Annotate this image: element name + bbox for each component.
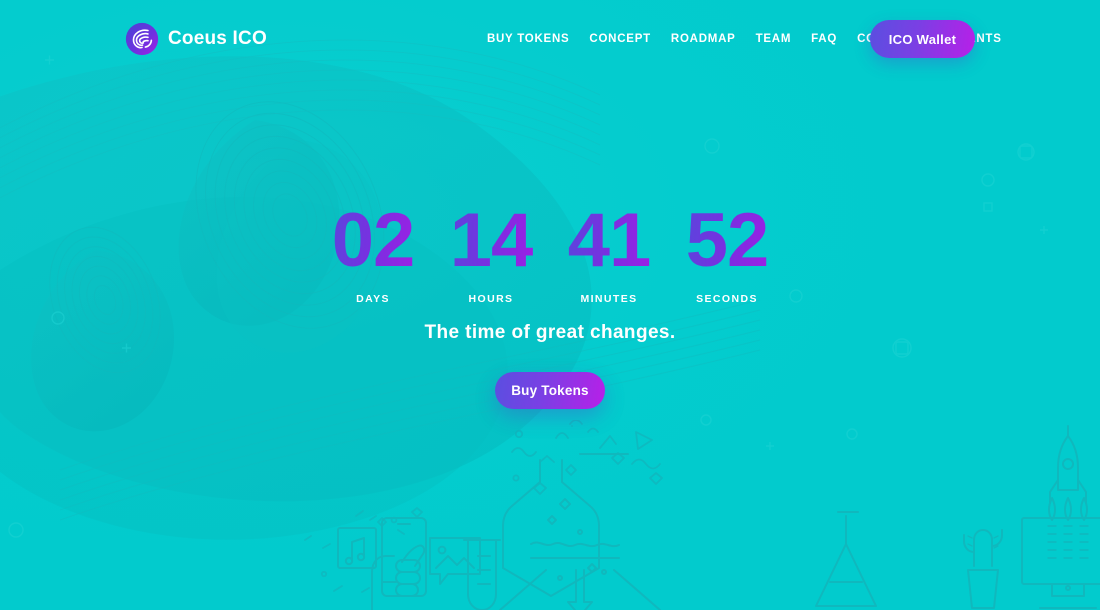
countdown-unit-seconds: 52 SECONDS (668, 202, 786, 306)
hero-illustration (304, 420, 1100, 610)
image-frame-icon (429, 537, 481, 585)
countdown-seconds-value: 52 (668, 202, 786, 278)
countdown-unit-days: 02 DAYS (314, 202, 432, 306)
brand-logo-link[interactable]: Coeus ICO (125, 22, 267, 56)
nav-item-concept[interactable]: CONCEPT (579, 33, 660, 45)
brand-name: Coeus ICO (168, 28, 267, 49)
ico-wallet-button[interactable]: ICO Wallet (870, 20, 975, 58)
buy-tokens-button[interactable]: Buy Tokens (495, 372, 605, 409)
erlenmeyer-flask-icon (815, 511, 877, 607)
countdown-seconds-label: SECONDS (696, 293, 758, 306)
countdown-days-value: 02 (314, 202, 432, 278)
countdown-minutes-value: 41 (550, 202, 668, 278)
music-note-frame-icon (337, 527, 377, 569)
cactus-pot-icon (963, 529, 1003, 609)
site-header: Coeus ICO BUY TOKENS CONCEPT ROADMAP TEA… (0, 0, 1100, 78)
countdown-days-label: DAYS (356, 293, 390, 306)
nav-item-buy-tokens[interactable]: BUY TOKENS (477, 33, 579, 45)
countdown-timer: 02 DAYS 14 HOURS 41 MINUTES 52 SECONDS (0, 202, 1100, 306)
nav-item-team[interactable]: TEAM (746, 33, 802, 45)
hero-tagline: The time of great changes. (424, 322, 676, 343)
countdown-unit-hours: 14 HOURS (432, 202, 550, 306)
countdown-hours-value: 14 (432, 202, 550, 278)
fingerprint-spiral-icon (125, 22, 159, 56)
hand-holding-phone-icon (371, 517, 427, 610)
nav-item-faq[interactable]: FAQ (801, 33, 847, 45)
monitor-rocket-launch-icon (1021, 425, 1100, 609)
countdown-hours-label: HOURS (468, 293, 514, 306)
countdown-unit-minutes: 41 MINUTES (550, 202, 668, 306)
hero-cta-container: Buy Tokens (0, 372, 1100, 409)
nav-item-roadmap[interactable]: ROADMAP (661, 33, 746, 45)
countdown-minutes-label: MINUTES (580, 293, 638, 306)
